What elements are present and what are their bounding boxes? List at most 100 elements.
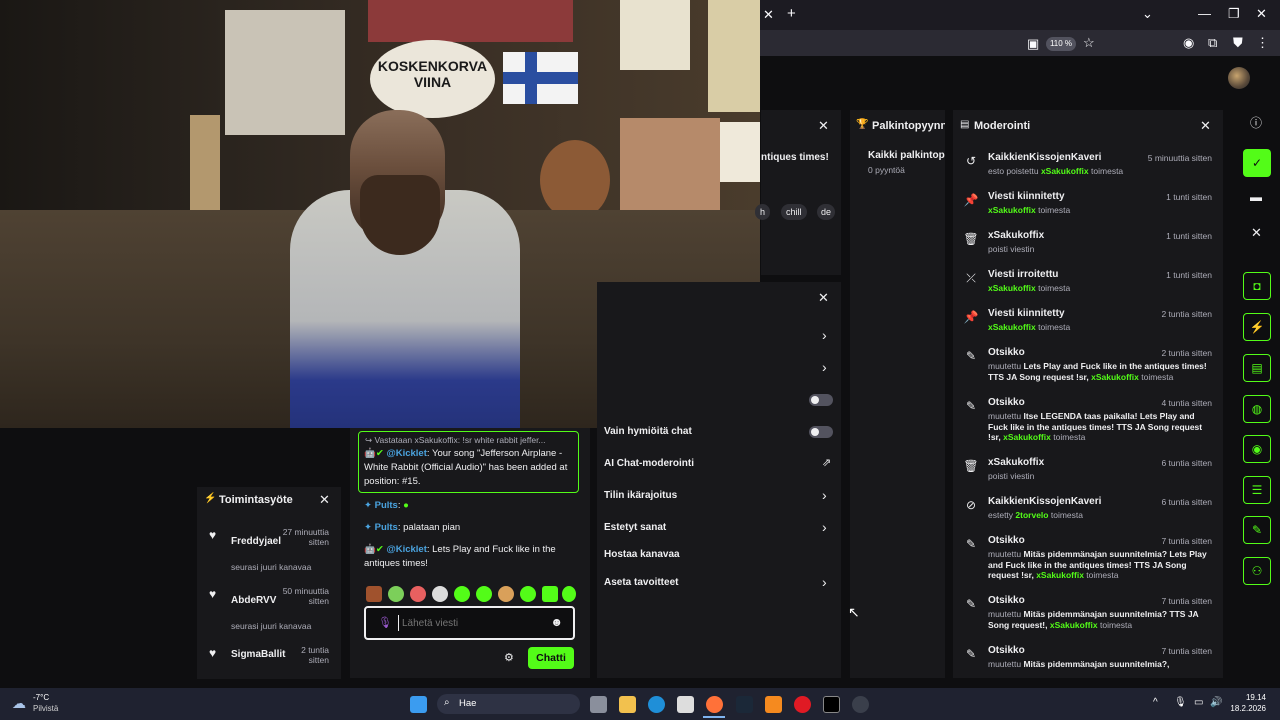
moderation-entry-title[interactable]: Otsikko	[988, 397, 1138, 408]
broadcast-icon[interactable]: ◉	[1243, 435, 1271, 463]
chat-icon[interactable]: ◍	[1243, 395, 1271, 423]
stack-icon[interactable]: ☰	[1243, 476, 1271, 504]
activity-close-icon[interactable]: ✕	[319, 492, 330, 508]
moderation-entry-title[interactable]: xSakukoffix	[988, 457, 1138, 468]
emote-icon[interactable]	[498, 586, 514, 602]
moderation-entry-title[interactable]: Viesti kiinnitetty	[988, 308, 1138, 319]
reader-view-icon[interactable]: ▣	[1027, 37, 1039, 51]
setting-toggle[interactable]	[809, 394, 833, 406]
volume-icon[interactable]: 🔊	[1210, 697, 1222, 708]
bookmark-star-icon[interactable]: ☆	[1083, 36, 1095, 50]
chevron-right-icon[interactable]: ›	[822, 574, 827, 590]
tag-chip[interactable]: h	[755, 204, 771, 220]
moderation-entry-title[interactable]: Viesti kiinnitetty	[988, 191, 1138, 202]
minimize-icon[interactable]: —	[1198, 7, 1211, 21]
external-link-icon[interactable]: ⇗	[822, 456, 831, 469]
store-icon[interactable]	[677, 696, 694, 713]
chevron-right-icon[interactable]: ›	[822, 487, 827, 503]
info-icon[interactable]: ⓘ	[1250, 114, 1262, 131]
chat-input-box[interactable]: 🎙 ☻	[364, 606, 575, 640]
tag-chip[interactable]: de	[817, 204, 836, 220]
moderator-username[interactable]: 2torvelo	[1015, 510, 1048, 520]
chat-username[interactable]: Pults	[375, 522, 398, 533]
setting-age-restriction[interactable]: Tilin ikärajoitus	[604, 490, 677, 501]
moderation-entry-title[interactable]: KaikkienKissojenKaveri	[988, 496, 1138, 507]
moderator-username[interactable]: xSakukoffix	[1091, 372, 1139, 382]
tab-close-icon[interactable]: ✕	[763, 8, 774, 22]
menu-icon[interactable]: ⋮	[1256, 36, 1269, 50]
chat-username[interactable]: @Kicklet	[386, 544, 426, 555]
vlc-icon[interactable]	[765, 696, 782, 713]
display-tray-icon[interactable]: ▭	[1194, 697, 1203, 708]
windows-start-icon[interactable]	[410, 696, 427, 713]
moderator-username[interactable]: xSakukoffix	[1041, 166, 1089, 176]
moderator-username[interactable]: xSakukoffix	[988, 205, 1036, 215]
obs-icon[interactable]	[852, 696, 869, 713]
account-icon[interactable]: ◉	[1183, 36, 1194, 50]
opera-icon[interactable]	[794, 696, 811, 713]
microphone-tray-icon[interactable]: 🎙	[1174, 697, 1187, 708]
emote-icon[interactable]	[454, 586, 470, 602]
shield-icon[interactable]: ⛊	[1233, 36, 1243, 50]
document-icon[interactable]: ▤	[1243, 354, 1271, 382]
window-close-icon[interactable]: ✕	[1256, 7, 1267, 21]
tag-chip[interactable]: chill	[781, 204, 807, 220]
stream-info-close-icon[interactable]: ✕	[818, 118, 829, 134]
moderation-entry-title[interactable]: xSakukoffix	[988, 230, 1138, 241]
emote-only-toggle[interactable]	[809, 426, 833, 438]
layout-icon[interactable]: ▬	[1250, 190, 1262, 204]
emoji-icon[interactable]: ☻	[550, 615, 563, 629]
avatar[interactable]	[1228, 67, 1250, 89]
chevron-right-icon[interactable]: ›	[822, 519, 827, 535]
moderation-entry-title[interactable]: Viesti irroitettu	[988, 269, 1138, 280]
clock-time[interactable]: 19.14	[1234, 693, 1266, 702]
users-icon[interactable]: ⚇	[1243, 557, 1271, 585]
firefox-icon[interactable]	[706, 696, 723, 713]
edge-icon[interactable]	[648, 696, 665, 713]
activity-username[interactable]: Freddyjael	[231, 536, 281, 547]
emote-icon[interactable]	[366, 586, 382, 602]
lightning-icon[interactable]: ⚡	[1243, 313, 1271, 341]
emote-icon[interactable]	[562, 586, 576, 602]
maximize-icon[interactable]: ❐	[1228, 7, 1240, 21]
emote-icon[interactable]	[520, 586, 536, 602]
moderation-entry-title[interactable]: Otsikko	[988, 645, 1138, 656]
task-view-icon[interactable]	[590, 696, 607, 713]
activity-username[interactable]: SigmaBallit	[231, 649, 285, 660]
taskbar-search[interactable]: ⌕ Hae	[437, 694, 580, 714]
moderation-close-icon[interactable]: ✕	[1200, 118, 1211, 134]
chat-settings-gear-icon[interactable]: ⚙	[504, 651, 514, 664]
moderation-entry-title[interactable]: Otsikko	[988, 535, 1138, 546]
moderator-username[interactable]: xSakukoffix	[988, 322, 1036, 332]
setting-emote-only[interactable]: Vain hymiöitä chat	[604, 426, 692, 437]
chat-username[interactable]: Pults	[375, 500, 398, 511]
rewards-all-tab[interactable]: Kaikki palkintop	[868, 150, 945, 161]
chevron-right-icon[interactable]: ›	[822, 359, 827, 375]
new-tab-icon[interactable]: +	[787, 6, 796, 21]
microphone-icon[interactable]: 🎙	[378, 616, 392, 629]
wrench-icon[interactable]: ✎	[1243, 516, 1271, 544]
emote-icon[interactable]	[388, 586, 404, 602]
screenshot-icon[interactable]: ◘	[1243, 272, 1271, 300]
emote-icon[interactable]	[542, 586, 558, 602]
chevron-right-icon[interactable]: ›	[822, 327, 827, 343]
extensions-icon[interactable]: ⧉	[1208, 36, 1217, 50]
setting-blocked-words[interactable]: Estetyt sanat	[604, 522, 666, 533]
emote-icon[interactable]	[432, 586, 448, 602]
settings-close-icon[interactable]: ✕	[818, 290, 829, 306]
chat-username[interactable]: @Kicklet	[386, 448, 426, 459]
moderator-username[interactable]: xSakukoffix	[1050, 620, 1098, 630]
tab-list-chevron-icon[interactable]: ⌄	[1142, 7, 1153, 21]
emote-icon[interactable]	[410, 586, 426, 602]
setting-set-goals[interactable]: Aseta tavoitteet	[604, 577, 678, 588]
weather-cloud-icon[interactable]: ☁	[12, 695, 26, 712]
moderator-username[interactable]: xSakukoffix	[1003, 432, 1051, 442]
moderator-username[interactable]: xSakukoffix	[1036, 570, 1084, 580]
terminal-icon[interactable]	[823, 696, 840, 713]
moderation-entry-title[interactable]: Otsikko	[988, 347, 1138, 358]
activity-username[interactable]: AbdeRVV	[231, 595, 276, 606]
tray-chevron-icon[interactable]: ^	[1153, 697, 1158, 708]
close-icon[interactable]: ✕	[1251, 225, 1262, 241]
moderation-entry-title[interactable]: Otsikko	[988, 595, 1138, 606]
moderator-username[interactable]: xSakukoffix	[988, 283, 1036, 293]
